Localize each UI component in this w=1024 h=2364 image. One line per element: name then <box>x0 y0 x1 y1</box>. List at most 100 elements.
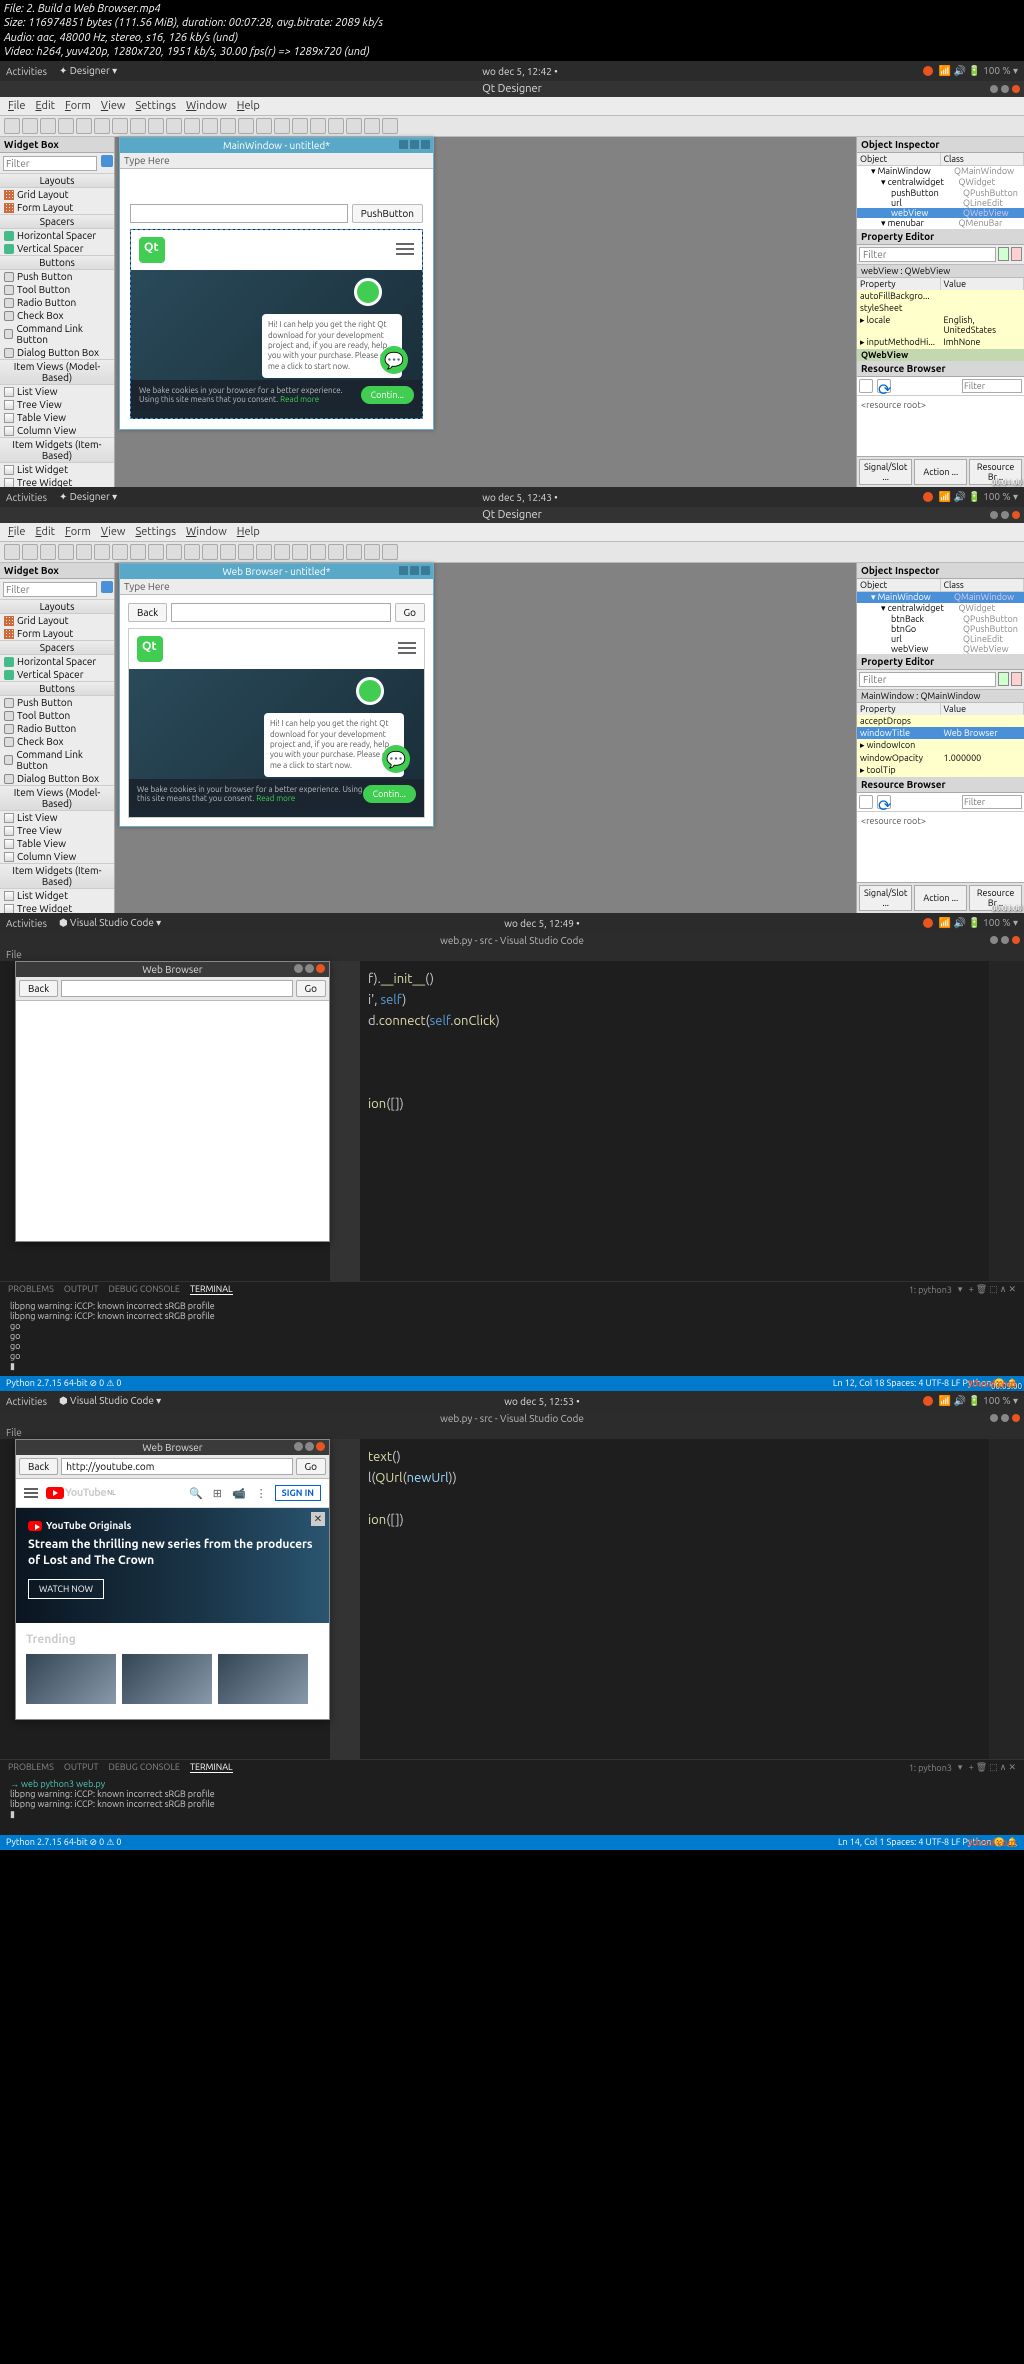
property-filter-input[interactable] <box>859 672 996 687</box>
widget-item[interactable]: List View <box>0 385 114 398</box>
menu-help[interactable]: Help <box>233 525 264 539</box>
menu-form[interactable]: Form <box>61 525 95 539</box>
system-tray[interactable]: 📶 🔊 🔋 100 % ▾ <box>939 65 1018 77</box>
menu-edit[interactable]: Edit <box>31 525 59 539</box>
widget-item[interactable]: Tree Widget <box>0 902 114 913</box>
widget-item[interactable]: Horizontal Spacer <box>0 229 114 242</box>
widget-item[interactable]: Column View <box>0 424 114 437</box>
search-icon[interactable]: 🔍 <box>189 1487 203 1500</box>
close-icon[interactable] <box>1012 85 1020 93</box>
signal-slot-button[interactable]: Signal/Slot ... <box>859 459 912 485</box>
video-thumb[interactable] <box>122 1654 212 1704</box>
object-row[interactable]: ▾ MainWindowQMainWindow <box>857 166 1024 177</box>
vscode-editor[interactable]: text()l(QUrl(newUrl)) ion([]) <box>360 1439 989 1759</box>
widget-item[interactable]: List Widget <box>0 463 114 476</box>
widget-item[interactable]: Push Button <box>0 696 114 709</box>
toolbar-button[interactable] <box>4 118 20 134</box>
toolbar-button[interactable] <box>4 544 20 560</box>
burger-icon[interactable] <box>24 1488 38 1498</box>
vscode-activity-bar[interactable] <box>330 1439 360 1759</box>
qt-toolbar[interactable] <box>0 116 1024 137</box>
qt-menubar[interactable]: FileEditFormViewSettingsWindowHelp <box>0 97 1024 116</box>
activities-button[interactable]: Activities <box>6 492 47 503</box>
widget-item[interactable]: Check Box <box>0 735 114 748</box>
widget-category[interactable]: Item Widgets (Item-Based) <box>0 863 114 889</box>
terminal[interactable]: → web python3 web.pylibpng warning: iCCP… <box>0 1775 1024 1835</box>
menu-help[interactable]: Help <box>233 99 264 113</box>
vscode-statusbar[interactable]: Python 2.7.15 64-bit ⊘ 0 ⚠ 0Ln 12, Col 1… <box>0 1376 1024 1391</box>
widget-item[interactable]: Table View <box>0 411 114 424</box>
refresh-icon[interactable] <box>101 581 113 593</box>
widget-item[interactable]: Dialog Button Box <box>0 346 114 359</box>
toolbar-button[interactable] <box>238 118 254 134</box>
widget-item[interactable]: Push Button <box>0 270 114 283</box>
browser-viewport[interactable]: YouTubeNL 🔍⊞📹⋮ SIGN IN ✕ YouTube Origina… <box>16 1479 329 1719</box>
qt-toolbar[interactable] <box>0 542 1024 563</box>
object-inspector-tree[interactable]: ObjectClass▾ MainWindowQMainWindow▾ cent… <box>857 579 1024 654</box>
design-canvas[interactable]: Web Browser - untitled* Type Here Back G… <box>115 563 856 913</box>
browser-url-input[interactable] <box>61 980 292 997</box>
widget-item[interactable]: Command Link Button <box>0 748 114 772</box>
toolbar-button[interactable] <box>202 118 218 134</box>
btn-back[interactable]: Back <box>128 603 167 622</box>
widget-item[interactable]: Tree View <box>0 398 114 411</box>
toolbar-button[interactable] <box>256 544 272 560</box>
toolbar-button[interactable] <box>112 544 128 560</box>
property-group[interactable]: QWebView <box>857 349 1024 361</box>
toolbar-button[interactable] <box>148 118 164 134</box>
vscode-activity-bar[interactable] <box>330 961 360 1281</box>
widget-item[interactable]: Vertical Spacer <box>0 242 114 255</box>
toolbar-button[interactable] <box>364 544 380 560</box>
widget-item[interactable]: Grid Layout <box>0 188 114 201</box>
maximize-icon[interactable] <box>1001 85 1009 93</box>
vscode-editor[interactable]: f).__init__()i', self)d.connect(self.onC… <box>360 961 989 1281</box>
object-inspector-tree[interactable]: ObjectClass ▾ MainWindowQMainWindow▾ cen… <box>857 153 1024 229</box>
object-row[interactable]: ▾ centralwidgetQWidget <box>857 603 1024 614</box>
toolbar-button[interactable] <box>238 544 254 560</box>
youtube-logo[interactable]: YouTubeNL <box>46 1487 116 1499</box>
chat-bubble-icon[interactable]: 💬 <box>380 346 408 374</box>
menu-view[interactable]: View <box>97 525 130 539</box>
apps-icon[interactable]: ⊞ <box>213 1487 222 1500</box>
design-titlebar[interactable]: Web Browser - untitled* <box>120 564 433 579</box>
widget-filter-input[interactable] <box>3 156 97 171</box>
widget-category[interactable]: Spacers <box>0 640 114 655</box>
terminal-tabs[interactable]: PROBLEMSOUTPUTDEBUG CONSOLETERMINAL 1: p… <box>0 1281 1024 1297</box>
toolbar-button[interactable] <box>76 544 92 560</box>
toolbar-button[interactable] <box>202 544 218 560</box>
design-canvas[interactable]: MainWindow - untitled* Type Here PushBut… <box>115 137 856 487</box>
minimap[interactable] <box>989 961 1024 1281</box>
property-row[interactable]: styleSheet <box>857 302 1024 314</box>
object-row[interactable]: urlQLineEdit <box>857 634 1024 644</box>
terminal-selector[interactable]: 1: python3 <box>909 1285 952 1295</box>
toolbar-button[interactable] <box>130 544 146 560</box>
read-more-link[interactable]: Read more <box>280 395 319 404</box>
widget-item[interactable]: Horizontal Spacer <box>0 655 114 668</box>
toolbar-button[interactable] <box>58 544 74 560</box>
toolbar-button[interactable] <box>256 118 272 134</box>
notification-icon[interactable] <box>923 66 933 76</box>
add-icon[interactable] <box>998 247 1009 261</box>
widget-item[interactable]: Column View <box>0 850 114 863</box>
property-filter-input[interactable] <box>859 247 996 262</box>
edit-icon[interactable] <box>859 379 873 393</box>
toolbar-button[interactable] <box>184 118 200 134</box>
continue-button[interactable]: Contin... <box>361 386 414 404</box>
menu-edit[interactable]: Edit <box>31 99 59 113</box>
reload-icon[interactable]: ⟳ <box>877 379 891 393</box>
activities-button[interactable]: Activities <box>6 1396 47 1407</box>
property-row[interactable]: windowTitleWeb Browser <box>857 727 1024 739</box>
resource-filter-input[interactable] <box>962 379 1022 393</box>
toolbar-button[interactable] <box>346 544 362 560</box>
menu-form[interactable]: Form <box>61 99 95 113</box>
chat-bubble-icon[interactable]: 💬 <box>382 745 410 773</box>
widget-item[interactable]: Form Layout <box>0 627 114 640</box>
toolbar-button[interactable] <box>94 544 110 560</box>
widget-category[interactable]: Item Widgets (Item-Based) <box>0 437 114 463</box>
toolbar-button[interactable] <box>40 544 56 560</box>
widget-category[interactable]: Item Views (Model-Based) <box>0 359 114 385</box>
widget-item[interactable]: Vertical Spacer <box>0 668 114 681</box>
refresh-icon[interactable] <box>101 155 113 167</box>
menu-file[interactable]: File <box>4 525 29 539</box>
widget-item[interactable]: Table View <box>0 837 114 850</box>
